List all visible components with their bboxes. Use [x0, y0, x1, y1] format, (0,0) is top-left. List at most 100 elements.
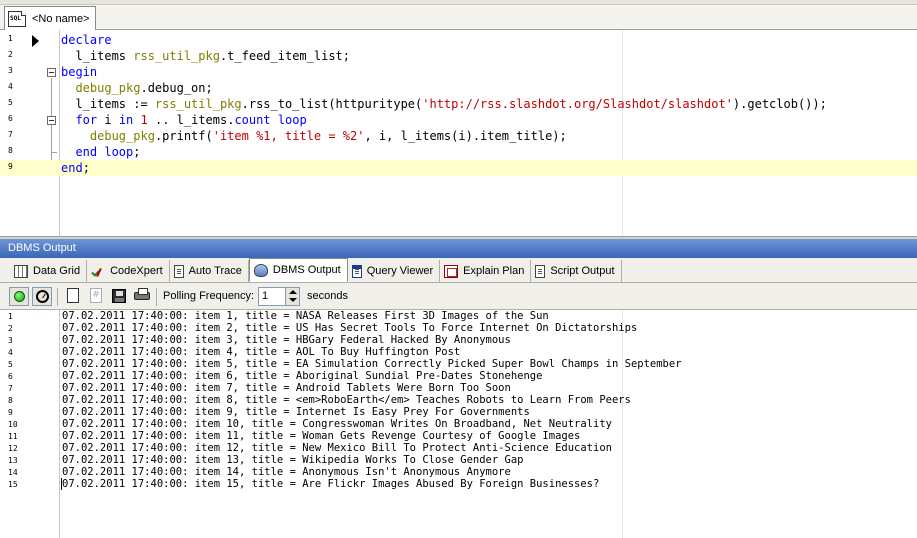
output-text: 07.02.2011 17:40:00: item 3, title = HBG…: [62, 334, 511, 346]
line-number: 7: [8, 130, 13, 139]
code-line[interactable]: 9 end;: [0, 160, 917, 176]
code-token: rss_util_pkg: [133, 49, 220, 63]
output-line: 12 07.02.2011 17:40:00: item 12, title = …: [0, 442, 917, 454]
page-icon: [173, 264, 184, 278]
output-line: 7 07.02.2011 17:40:00: item 7, title = An…: [0, 382, 917, 394]
output-lines: 1 07.02.2011 17:40:00: item 1, title = NA…: [0, 310, 917, 490]
enable-output-button[interactable]: [9, 287, 29, 306]
code-token: .debug_on;: [140, 81, 213, 95]
output-line: 4 07.02.2011 17:40:00: item 4, title = AO…: [0, 346, 917, 358]
output-text: 07.02.2011 17:40:00: item 1, title = NAS…: [62, 310, 549, 322]
dbms-output-area[interactable]: 1 07.02.2011 17:40:00: item 1, title = NA…: [0, 310, 917, 538]
output-line: 2 07.02.2011 17:40:00: item 2, title = US…: [0, 322, 917, 334]
code-token: .rss_to_list(httpuritype(: [241, 97, 423, 111]
save-output-button[interactable]: [109, 287, 129, 306]
code-token: debug_pkg: [89, 129, 155, 143]
tab-dbms-output[interactable]: DBMS Output: [248, 258, 348, 282]
output-line: 8 07.02.2011 17:40:00: item 8, title = <e…: [0, 394, 917, 406]
code-token: ;: [133, 145, 141, 159]
tab-data-grid[interactable]: Data Grid: [10, 260, 88, 282]
tab-auto-trace[interactable]: Auto Trace: [170, 260, 249, 282]
code-token: rss_util_pkg: [154, 97, 242, 111]
polling-frequency-value[interactable]: 1: [262, 290, 268, 302]
line-number: 7: [8, 384, 13, 393]
document-tab-label: <No name>: [32, 12, 90, 25]
output-text: 07.02.2011 17:40:00: item 6, title = Abo…: [62, 370, 543, 382]
line-number: 12: [8, 444, 18, 453]
code-line[interactable]: 2 l_items rss_util_pkg.t_feed_item_list;: [0, 48, 917, 64]
tab-label: Data Grid: [33, 265, 81, 277]
code-text: debug_pkg.printf('item %1, title = %2', …: [61, 129, 567, 143]
output-line: 15 07.02.2011 17:40:00: item 15, title = …: [0, 478, 917, 490]
viewer-icon: [351, 264, 362, 278]
line-number: 2: [8, 324, 13, 333]
code-token: .printf(: [154, 129, 213, 143]
tab-label: Query Viewer: [366, 265, 434, 277]
polling-frequency-stepper[interactable]: 1: [258, 287, 300, 306]
toolbar-separator: [57, 288, 58, 306]
line-number: 14: [8, 468, 18, 477]
codexpert-icon: [91, 265, 105, 278]
line-number: 6: [8, 114, 13, 123]
code-token: debug_pkg: [75, 81, 141, 95]
line-number: 4: [8, 348, 13, 357]
output-line: 11 07.02.2011 17:40:00: item 11, title = …: [0, 430, 917, 442]
spin-down-icon[interactable]: [289, 298, 297, 302]
line-number: 2: [8, 50, 13, 59]
plan-icon: [444, 264, 459, 278]
fold-toggle-icon[interactable]: [47, 68, 56, 77]
tab-label: Auto Trace: [188, 265, 242, 277]
polling-timer-button[interactable]: [32, 287, 52, 306]
code-line[interactable]: 6 for i in 1 .. l_items.count loop: [0, 112, 917, 128]
code-line[interactable]: 8 end loop;: [0, 144, 917, 160]
code-text: l_items := rss_util_pkg.rss_to_list(http…: [61, 97, 826, 111]
spin-buttons[interactable]: [285, 288, 299, 305]
code-line[interactable]: 1 declare: [0, 32, 917, 48]
tab-codexpert[interactable]: CodeXpert: [87, 260, 170, 282]
text-caret: [61, 478, 62, 490]
code-line[interactable]: 3 begin: [0, 64, 917, 80]
code-token: l_items :=: [61, 97, 155, 111]
line-number: 8: [8, 146, 13, 155]
code-text: declare: [61, 33, 112, 47]
fold-toggle-icon[interactable]: [47, 116, 56, 125]
printer-icon: [134, 288, 150, 300]
tab-query-viewer[interactable]: Query Viewer: [348, 260, 441, 282]
tab-strip-rail: [0, 0, 917, 5]
code-text: begin: [61, 65, 97, 79]
output-text: 07.02.2011 17:40:00: item 7, title = And…: [62, 382, 511, 394]
code-line[interactable]: 5 l_items := rss_util_pkg.rss_to_list(ht…: [0, 96, 917, 112]
spin-up-icon[interactable]: [289, 290, 297, 294]
output-text: 07.02.2011 17:40:00: item 4, title = AOL…: [62, 346, 461, 358]
document-tab[interactable]: SQL <No name>: [4, 6, 96, 30]
code-token: 'item %1, title = %2': [212, 129, 365, 143]
output-text: 07.02.2011 17:40:00: item 2, title = US …: [62, 322, 638, 334]
code-text: end loop;: [61, 145, 140, 159]
output-line: 3 07.02.2011 17:40:00: item 3, title = HB…: [0, 334, 917, 346]
code-token: ;: [82, 161, 90, 175]
line-number: 10: [8, 420, 18, 429]
output-text: 07.02.2011 17:40:00: item 15, title = Ar…: [62, 478, 600, 490]
code-token: 1: [140, 113, 148, 127]
code-line[interactable]: 7 debug_pkg.printf('item %1, title = %2'…: [0, 128, 917, 144]
code-line[interactable]: 4 debug_pkg.debug_on;: [0, 80, 917, 96]
polling-frequency-label: Polling Frequency:: [163, 290, 255, 302]
line-number: 3: [8, 336, 13, 345]
output-text: 07.02.2011 17:40:00: item 10, title = Co…: [62, 418, 612, 430]
sql-editor[interactable]: 1 declare 2 l_items rss_util_pkg.t_feed_it…: [0, 30, 917, 236]
tab-explain-plan[interactable]: Explain Plan: [440, 260, 532, 282]
output-line: 6 07.02.2011 17:40:00: item 6, title = Ab…: [0, 370, 917, 382]
clear-output-button[interactable]: [63, 287, 83, 306]
line-number: 8: [8, 396, 13, 405]
sql-file-icon-corner: [21, 10, 26, 16]
tab-label: DBMS Output: [272, 264, 341, 276]
code-token: .t_feed_item_list;: [219, 49, 350, 63]
tab-script-output[interactable]: Script Output: [531, 260, 622, 282]
toolbar-separator: [156, 288, 157, 306]
print-output-button[interactable]: [132, 287, 152, 306]
line-numbers-button[interactable]: #: [86, 287, 106, 306]
